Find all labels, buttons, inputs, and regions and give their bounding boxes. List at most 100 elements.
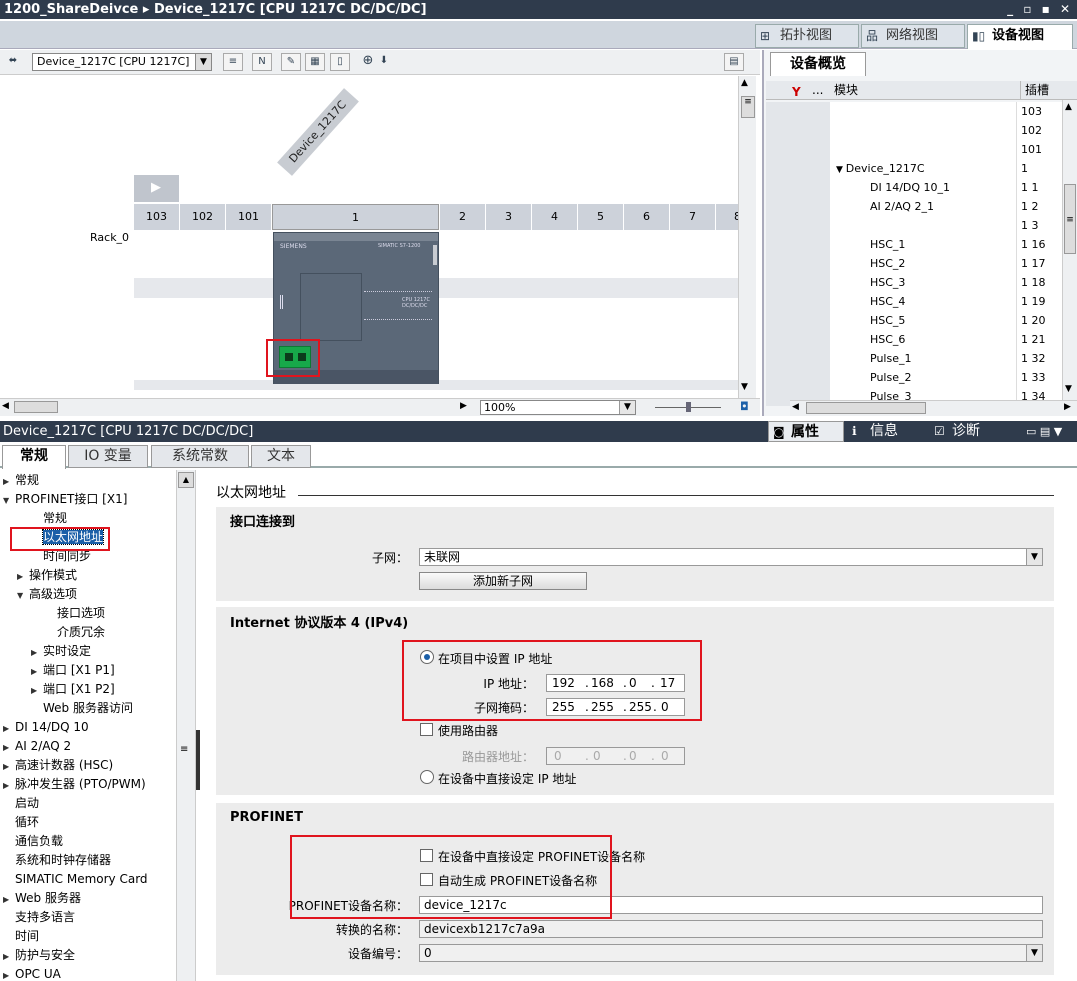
overview-row[interactable]: AI 2/AQ 2_1 1 2: [766, 197, 1062, 216]
overview-row[interactable]: HSC_5 1 20: [766, 311, 1062, 330]
tree-item[interactable]: SIMATIC Memory Card: [3, 870, 148, 889]
overview-header-slot[interactable]: 插槽: [1020, 81, 1049, 100]
tree-item[interactable]: ▶ 防护与安全: [3, 946, 75, 965]
overview-row[interactable]: HSC_4 1 19: [766, 292, 1062, 311]
tree-item[interactable]: 常规: [31, 509, 67, 528]
expand-icon[interactable]: ▶: [3, 947, 15, 966]
subnet-select[interactable]: 未联网 ▼: [419, 548, 1043, 566]
overview-header-module[interactable]: 模块: [834, 81, 858, 100]
panel-icon[interactable]: ▤: [724, 53, 744, 71]
chevron-down-icon[interactable]: ▼: [1026, 549, 1042, 565]
tab-network-view[interactable]: 品网络视图: [861, 24, 965, 48]
tree-item[interactable]: ▶ 操作模式: [17, 566, 77, 585]
overview-row[interactable]: HSC_2 1 17: [766, 254, 1062, 273]
overview-row[interactable]: 101: [766, 140, 1062, 159]
tree-item[interactable]: 介质冗余: [45, 623, 105, 642]
radio-set-ip-in-device[interactable]: [420, 770, 434, 784]
table-icon[interactable]: ≡: [223, 53, 243, 71]
tree-item[interactable]: 循环: [3, 813, 39, 832]
page-icon[interactable]: ▯: [330, 53, 350, 71]
scroll-up-icon[interactable]: ▲: [741, 78, 748, 88]
device-number-select[interactable]: 0 ▼: [419, 944, 1043, 962]
overview-row[interactable]: HSC_1 1 16: [766, 235, 1062, 254]
tree-item[interactable]: ▼ PROFINET接口 [X1]: [3, 490, 127, 509]
tab-device-overview[interactable]: 设备概览: [770, 52, 866, 76]
overview-row[interactable]: 1 3: [766, 216, 1062, 235]
tree-item[interactable]: ▶ 脉冲发生器 (PTO/PWM): [3, 775, 146, 794]
overview-vertical-scrollbar[interactable]: ▲ ≡ ▼: [1062, 100, 1077, 400]
expand-icon[interactable]: ▶: [3, 890, 15, 909]
expand-icon[interactable]: ▶: [31, 643, 43, 662]
tree-item[interactable]: ▼ 高级选项: [17, 585, 77, 604]
expand-icon[interactable]: ▶: [31, 681, 43, 700]
tree-item[interactable]: ▶ 实时设定: [31, 642, 91, 661]
expand-icon[interactable]: ▶: [3, 776, 15, 795]
scroll-thumb[interactable]: ≡: [741, 96, 755, 118]
tree-item[interactable]: ▶ 端口 [X1 P1]: [31, 661, 115, 680]
scroll-down-icon[interactable]: ▼: [741, 382, 748, 392]
overview-row[interactable]: DI 14/DQ 10_1 1 1: [766, 178, 1062, 197]
pen-icon[interactable]: ✎: [281, 53, 301, 71]
chevron-down-icon[interactable]: ▼: [619, 401, 635, 414]
tree-item[interactable]: ▶ 端口 [X1 P2]: [31, 680, 115, 699]
scroll-right-icon[interactable]: ▶: [1064, 402, 1071, 412]
overview-row[interactable]: 102: [766, 121, 1062, 140]
tree-item[interactable]: 支持多语言: [3, 908, 75, 927]
name-icon[interactable]: N: [252, 53, 272, 71]
rack-expand-button[interactable]: ▶: [134, 175, 179, 202]
overview-row[interactable]: Pulse_2 1 33: [766, 368, 1062, 387]
scroll-up-icon[interactable]: ▲: [1065, 102, 1072, 112]
zoom-slider-handle[interactable]: [686, 402, 691, 412]
tab-device-view[interactable]: ▮▯ 设备视图: [967, 24, 1073, 49]
scroll-left-icon[interactable]: ◀: [792, 402, 799, 412]
expand-icon[interactable]: ▼: [836, 165, 846, 175]
grid-icon[interactable]: ▦: [305, 53, 325, 71]
scroll-up-icon[interactable]: ▲: [178, 472, 194, 488]
download-icon[interactable]: ⬇: [374, 53, 394, 71]
tree-scrollbar[interactable]: ▲ ≡: [176, 470, 196, 981]
expand-icon[interactable]: ▶: [3, 966, 15, 981]
chevron-down-icon[interactable]: ▼: [1026, 945, 1042, 961]
tree-item[interactable]: ▶ 常规: [3, 471, 39, 490]
scroll-thumb[interactable]: ≡: [1064, 184, 1076, 254]
subtab-general[interactable]: 常规: [2, 445, 66, 469]
tree-item[interactable]: ▶ Web 服务器: [3, 889, 81, 908]
device-name-label[interactable]: Device_1217C: [277, 88, 359, 176]
hscroll-thumb[interactable]: [14, 401, 58, 413]
expand-icon[interactable]: ▶: [17, 567, 29, 586]
scroll-left-icon[interactable]: ◀: [2, 401, 9, 411]
tree-item[interactable]: ▶ OPC UA: [3, 965, 61, 981]
collapse-icon[interactable]: ▼: [17, 586, 29, 605]
expand-icon[interactable]: ▶: [3, 757, 15, 776]
tree-item[interactable]: ▶ 高速计数器 (HSC): [3, 756, 113, 775]
expand-icon[interactable]: ▶: [3, 719, 15, 738]
expand-icon[interactable]: ▶: [3, 738, 15, 757]
collapse-icon[interactable]: ▼: [3, 491, 15, 510]
expand-icon[interactable]: ▶: [31, 662, 43, 681]
tab-info[interactable]: ℹ 信息: [848, 421, 928, 442]
scroll-right-icon[interactable]: ▶: [460, 401, 467, 411]
overview-row[interactable]: 103: [766, 102, 1062, 121]
tree-item[interactable]: 接口选项: [45, 604, 105, 623]
canvas-vertical-scrollbar[interactable]: ▲ ≡ ▼: [738, 76, 756, 398]
subtab-texts[interactable]: 文本: [251, 445, 311, 468]
device-canvas[interactable]: Device_1217C ▶ 103 102 101 1 2 3 4 5 6 7…: [0, 76, 738, 398]
use-router-checkbox[interactable]: [420, 723, 433, 736]
overview-horizontal-scrollbar[interactable]: ◀ ▶: [790, 400, 1077, 416]
scroll-down-icon[interactable]: ▼: [1065, 384, 1072, 394]
tree-item[interactable]: 系统和时钟存储器: [3, 851, 111, 870]
tree-item[interactable]: 时间: [3, 927, 39, 946]
tree-item[interactable]: ▶ AI 2/AQ 2: [3, 737, 71, 756]
overview-row[interactable]: ▼ Device_1217C 1: [766, 159, 1062, 178]
window-controls[interactable]: _ ▫ ▪ ✕: [1007, 0, 1073, 19]
device-tool-icon[interactable]: ⬌: [3, 53, 23, 71]
tab-diagnostics[interactable]: ☑ 诊断: [930, 421, 1010, 442]
overview-row[interactable]: HSC_3 1 18: [766, 273, 1062, 292]
expand-icon[interactable]: ▶: [3, 472, 15, 491]
subtab-system-constants[interactable]: 系统常数: [151, 445, 249, 468]
fit-view-icon[interactable]: ◘: [740, 400, 749, 413]
tab-properties[interactable]: ◙ 属性: [768, 421, 844, 442]
overview-row[interactable]: HSC_6 1 21: [766, 330, 1062, 349]
tree-item[interactable]: 通信负载: [3, 832, 63, 851]
hscroll-thumb[interactable]: [806, 402, 926, 414]
